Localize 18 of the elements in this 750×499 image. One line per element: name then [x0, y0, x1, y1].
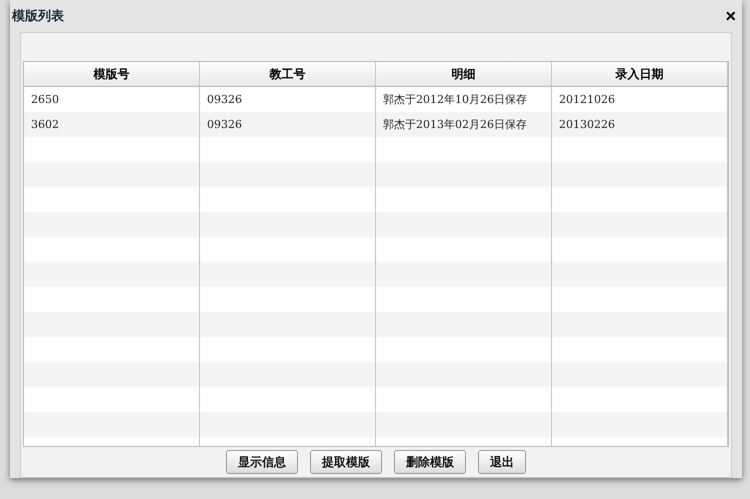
action-button[interactable]: 退出	[478, 450, 526, 474]
dialog-title: 模版列表	[12, 8, 64, 25]
table-cell-text: 09326	[206, 92, 243, 108]
action-button[interactable]: 显示信息	[226, 450, 298, 474]
column-header[interactable]: 明细	[376, 62, 552, 87]
table-cell-text: 20121026	[558, 92, 616, 108]
close-button[interactable]: ×	[725, 7, 736, 25]
table-cell-text: 3602	[30, 117, 60, 133]
table-cell-text: 2650	[30, 92, 60, 108]
column-header[interactable]: 模版号	[24, 62, 200, 87]
table-cell-text: 20130226	[558, 117, 616, 133]
column-header[interactable]: 教工号	[200, 62, 376, 87]
action-button[interactable]: 删除模版	[394, 450, 466, 474]
table-cell-text: 郭杰于2012年10月26日保存	[382, 92, 528, 108]
table-cell-text: 09326	[206, 117, 243, 133]
column-header[interactable]: 录入日期	[552, 62, 728, 87]
table-cell-text: 郭杰于2013年02月26日保存	[382, 117, 528, 133]
action-button[interactable]: 提取模版	[310, 450, 382, 474]
